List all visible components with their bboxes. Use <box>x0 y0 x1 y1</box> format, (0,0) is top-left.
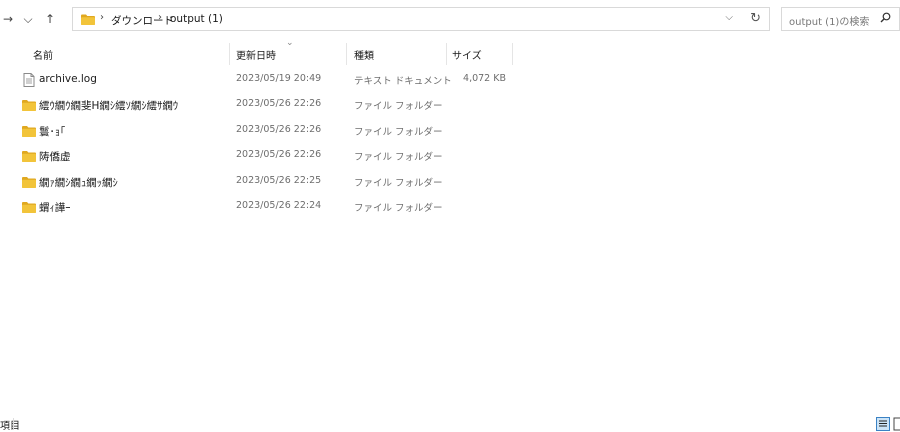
folder-icon <box>22 100 36 111</box>
file-type: ファイル フォルダー <box>354 152 443 163</box>
recent-locations-chevron-icon[interactable]: ⌵ <box>20 10 36 28</box>
folder-icon <box>81 14 95 25</box>
file-modified: 2023/05/26 22:26 <box>236 98 322 109</box>
column-divider[interactable] <box>512 43 513 65</box>
file-row[interactable]: 蝟ｨ譁ｰ 2023/05/26 22:24 ファイル フォルダー <box>0 196 900 218</box>
file-modified: 2023/05/26 22:26 <box>236 124 322 135</box>
address-bar[interactable]: › ダウンロード › output (1) ⌵ ↻ <box>72 7 770 31</box>
file-type: テキスト ドキュメント <box>354 76 452 87</box>
breadcrumb-output-1[interactable]: output (1) <box>170 13 223 25</box>
column-header-name[interactable]: 名前 <box>33 47 53 62</box>
column-header-modified[interactable]: 更新日時 <box>236 47 276 62</box>
file-name[interactable]: 鬟･ｮ｢ <box>39 124 65 139</box>
status-divider <box>13 418 14 430</box>
search-box[interactable]: output (1)の検索 <box>781 7 900 31</box>
column-divider[interactable] <box>229 43 230 65</box>
column-divider[interactable] <box>346 43 347 65</box>
file-name[interactable]: 繧ｳ繝ｳ繝斐Η繝ｼ繧ｿ繝ｼ繧ｻ繝ｳ <box>39 98 178 113</box>
file-type: ファイル フォルダー <box>354 101 443 112</box>
sort-chevron-icon: ⌄ <box>286 38 294 48</box>
column-header-row: 名前 ⌄ 更新日時 種類 サイズ <box>0 38 900 65</box>
file-name[interactable]: 陦僑虚 <box>39 149 71 164</box>
file-row[interactable]: 鬟･ｮ｢ 2023/05/26 22:26 ファイル フォルダー <box>0 120 900 142</box>
details-view-icon[interactable] <box>876 417 890 431</box>
refresh-icon[interactable]: ↻ <box>750 11 761 26</box>
file-type: ファイル フォルダー <box>354 203 443 214</box>
forward-arrow-icon[interactable]: → <box>0 10 16 28</box>
file-row[interactable]: archive.log 2023/05/19 20:49 テキスト ドキュメント… <box>0 69 900 91</box>
file-modified: 2023/05/26 22:24 <box>236 200 322 211</box>
text-file-icon <box>23 73 35 87</box>
folder-icon <box>22 151 36 162</box>
file-name[interactable]: 蝟ｨ譁ｰ <box>39 200 71 215</box>
column-header-type[interactable]: 種類 <box>354 47 374 62</box>
large-icons-view-icon[interactable] <box>893 417 900 431</box>
file-name[interactable]: 繝ｧ繝ｼ繝ｭ繝ｯ繝ｼ <box>39 175 118 190</box>
navigation-bar: → ⌵ ↑ › ダウンロード › output (1) ⌵ ↻ output (… <box>0 0 900 40</box>
up-arrow-icon[interactable]: ↑ <box>42 10 58 28</box>
file-size: 4,072 KB <box>463 73 506 84</box>
folder-icon <box>22 126 36 137</box>
file-type: ファイル フォルダー <box>354 178 443 189</box>
column-divider[interactable] <box>446 43 447 65</box>
file-type: ファイル フォルダー <box>354 127 443 138</box>
file-modified: 2023/05/19 20:49 <box>236 73 322 84</box>
breadcrumb-separator: › <box>100 12 104 23</box>
file-row[interactable]: 繝ｧ繝ｼ繝ｭ繝ｯ繝ｼ 2023/05/26 22:25 ファイル フォルダー <box>0 171 900 193</box>
search-icon[interactable] <box>880 12 891 23</box>
address-history-chevron-icon[interactable]: ⌵ <box>725 12 733 23</box>
file-modified: 2023/05/26 22:26 <box>236 149 322 160</box>
column-header-size[interactable]: サイズ <box>452 47 482 62</box>
file-row[interactable]: 陦僑虚 2023/05/26 22:26 ファイル フォルダー <box>0 145 900 167</box>
breadcrumb-separator: › <box>158 12 162 23</box>
file-row[interactable]: 繧ｳ繝ｳ繝斐Η繝ｼ繧ｿ繝ｼ繧ｻ繝ｳ 2023/05/26 22:26 ファイル … <box>0 94 900 116</box>
file-modified: 2023/05/26 22:25 <box>236 175 322 186</box>
item-count-label: 項目 <box>0 421 20 432</box>
search-placeholder: output (1)の検索 <box>789 17 870 28</box>
folder-icon <box>22 177 36 188</box>
breadcrumb-downloads[interactable]: ダウンロード <box>111 13 174 28</box>
file-name[interactable]: archive.log <box>39 73 97 85</box>
folder-icon <box>22 202 36 213</box>
status-bar: 項目 <box>0 410 900 432</box>
